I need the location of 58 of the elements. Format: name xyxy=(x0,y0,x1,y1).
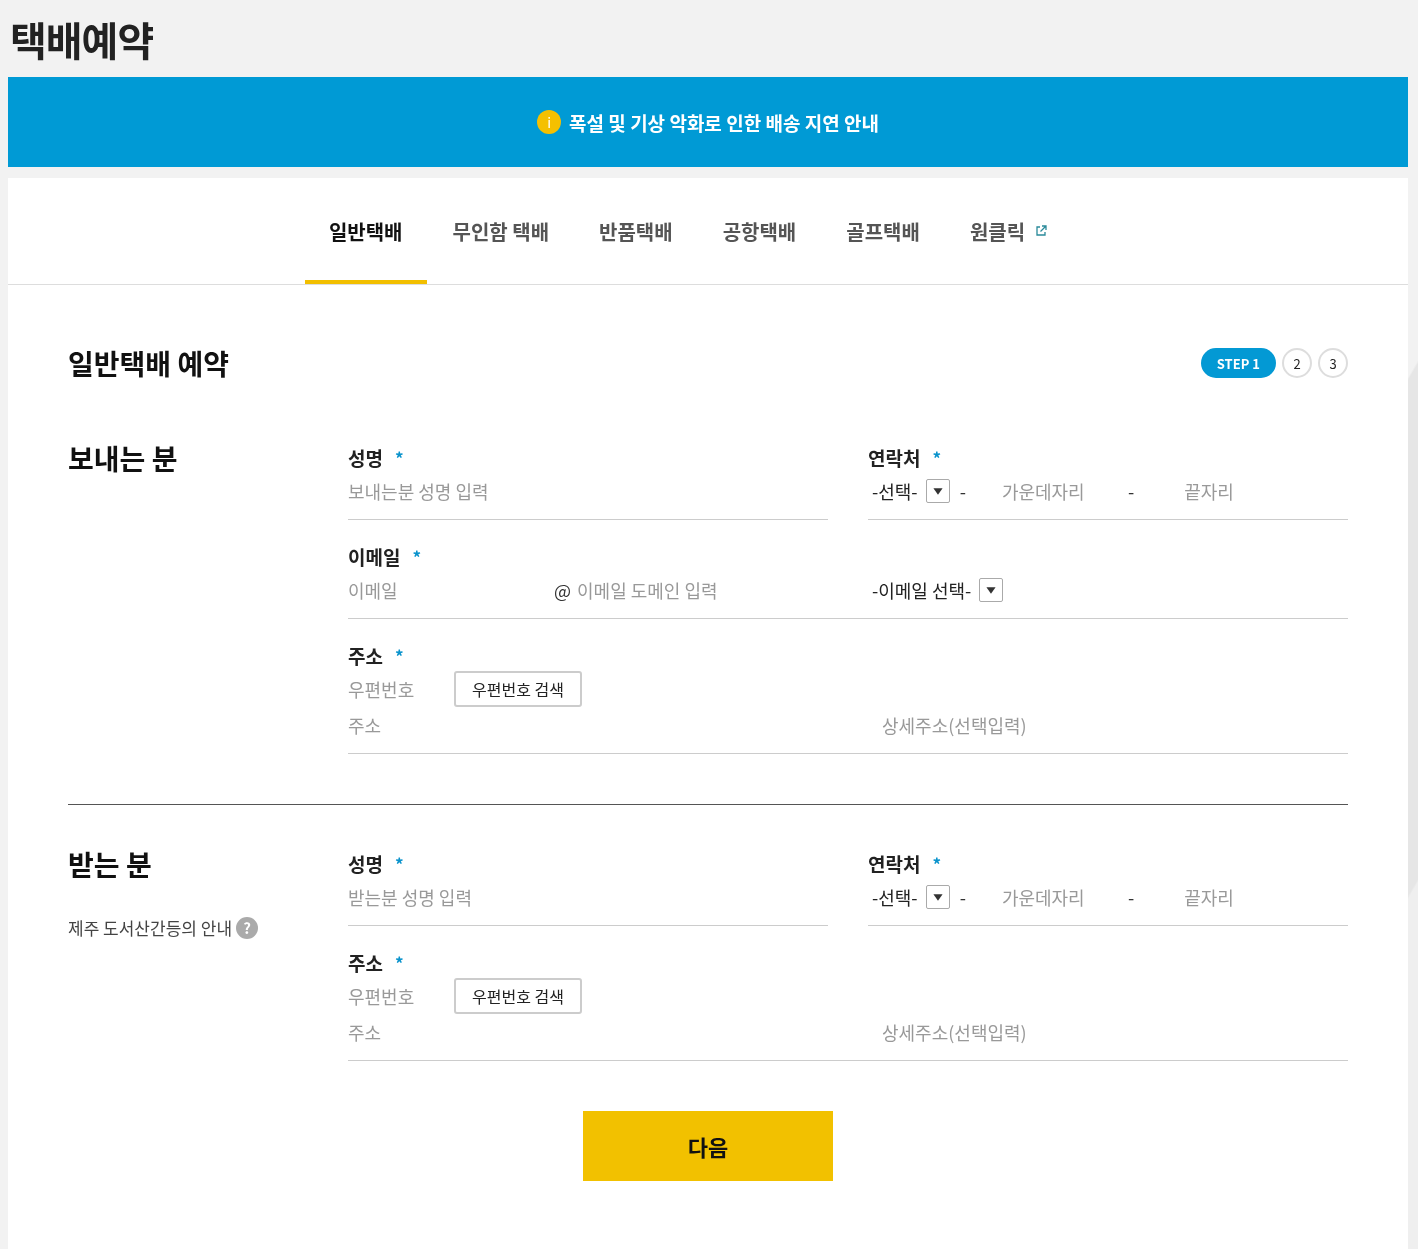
email-domain-input[interactable]: 이메일 도메인 입력 xyxy=(577,575,818,605)
next-button[interactable]: 다음 xyxy=(583,1111,833,1181)
separator: - xyxy=(959,884,966,910)
section-title: 보내는 분 xyxy=(68,441,179,475)
name-input[interactable]: 받는분 성명 입력 xyxy=(348,882,828,912)
tab[interactable]: 무인함 택배 xyxy=(428,178,574,284)
field-label: 주소 xyxy=(348,641,383,669)
separator: - xyxy=(1127,478,1135,504)
field-label: 연락처 xyxy=(868,443,921,471)
tab[interactable]: 반품택배 xyxy=(575,178,697,284)
info-icon: i xyxy=(537,110,562,134)
caret-icon xyxy=(925,885,950,909)
phone-last-input[interactable]: 끝자리 xyxy=(1184,476,1305,506)
caret-icon xyxy=(925,479,950,503)
separator: - xyxy=(959,478,966,504)
phone-prefix-select[interactable]: -선택- xyxy=(868,478,954,504)
form-title: 일반택배 예약 xyxy=(68,343,229,383)
tab[interactable]: 원클릭 xyxy=(945,178,1072,284)
zip-search-button[interactable]: 우편번호 검색 xyxy=(454,671,582,707)
step-indicator: 3 xyxy=(1318,348,1348,378)
separator: - xyxy=(1127,884,1135,910)
required-mark: * xyxy=(394,444,404,470)
field-label: 성명 xyxy=(348,849,383,877)
detail-address-input[interactable]: 상세주소(선택입력) xyxy=(882,710,1348,740)
field-label: 이메일 xyxy=(348,542,401,570)
email-input[interactable]: 이메일 xyxy=(348,575,538,605)
required-mark: * xyxy=(394,949,404,975)
zip-code-input[interactable]: 우편번호 xyxy=(348,981,418,1011)
address-input[interactable]: 주소 xyxy=(348,710,828,740)
name-input[interactable]: 보내는분 성명 입력 xyxy=(348,476,828,506)
tab[interactable]: 골프택배 xyxy=(822,178,944,284)
phone-middle-input[interactable]: 가운데자리 xyxy=(1001,882,1122,912)
note-text: 제주 도서산간등의 안내 xyxy=(68,915,233,940)
zip-search-button[interactable]: 우편번호 검색 xyxy=(454,978,582,1014)
step-indicator: STEP 1 xyxy=(1200,348,1276,378)
at-sign: @ xyxy=(554,577,572,603)
field-label: 연락처 xyxy=(868,849,921,877)
address-input[interactable]: 주소 xyxy=(348,1017,828,1047)
tab[interactable]: 일반택배 xyxy=(304,178,427,284)
required-mark: * xyxy=(394,642,404,668)
field-label: 주소 xyxy=(348,948,383,976)
required-mark: * xyxy=(412,543,422,569)
field-label: 성명 xyxy=(348,443,383,471)
required-mark: * xyxy=(932,850,942,876)
phone-last-input[interactable]: 끝자리 xyxy=(1184,882,1305,912)
detail-address-input[interactable]: 상세주소(선택입력) xyxy=(882,1017,1348,1047)
notice-text: 폭설 및 기상 악화로 인한 배송 지연 안내 xyxy=(569,108,879,136)
page-title: 택배예약 xyxy=(9,8,155,70)
phone-middle-input[interactable]: 가운데자리 xyxy=(1001,476,1122,506)
phone-prefix-select[interactable]: -선택- xyxy=(868,884,954,910)
section-title: 받는 분 xyxy=(68,847,153,881)
required-mark: * xyxy=(932,444,942,470)
step-indicator: 2 xyxy=(1282,348,1312,378)
email-domain-select[interactable]: -이메일 선택- xyxy=(868,577,1008,603)
caret-icon xyxy=(979,578,1004,602)
zip-code-input[interactable]: 우편번호 xyxy=(348,674,418,704)
required-mark: * xyxy=(394,850,404,876)
tab[interactable]: 공항택배 xyxy=(698,178,821,284)
